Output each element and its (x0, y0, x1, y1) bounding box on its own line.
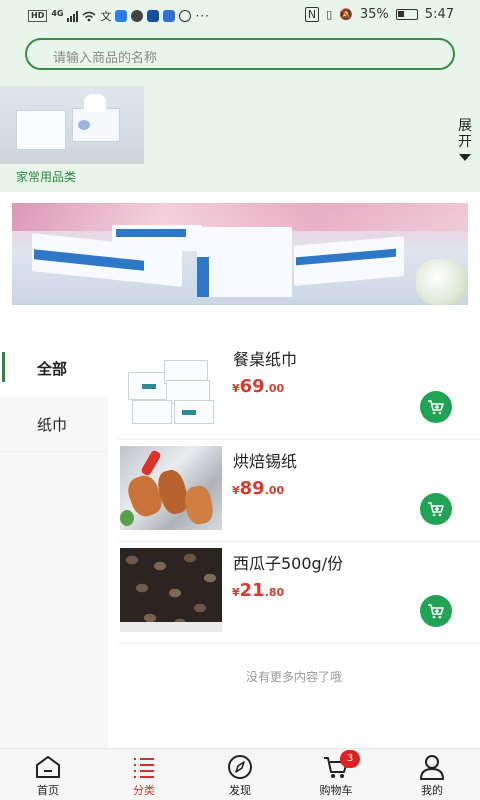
sidebar-item-label: 纸巾 (37, 416, 68, 434)
price-decimal: .00 (264, 484, 285, 497)
cart-icon (428, 604, 444, 619)
price-currency: ¥ (232, 382, 240, 395)
tissue-box-image (16, 110, 66, 150)
user-icon (420, 755, 444, 780)
product-image-baking-foil (120, 446, 222, 530)
expand-button[interactable]: 展开 (456, 118, 474, 161)
status-left: HD 4G 文 ··· (28, 8, 210, 24)
tissue-pack-stripe (116, 229, 186, 237)
wifi-icon (83, 11, 96, 21)
hd-badge: HD (28, 10, 48, 22)
compass-icon (228, 755, 252, 779)
tab-cart[interactable]: 3 购物车 (288, 749, 384, 800)
bottom-tab-bar: 首页 分类 发现 3 购物车 我的 (0, 748, 480, 800)
nfc-icon: N (304, 7, 320, 22)
product-name: 西瓜子500g/份 (233, 554, 344, 573)
price-integer: 21 (239, 580, 265, 601)
cart-icon (428, 502, 444, 517)
network-type: 4G (51, 8, 64, 18)
plate-edge (120, 622, 222, 632)
promo-banner[interactable] (12, 203, 468, 305)
label-stripe (142, 384, 156, 389)
tab-label: 发现 (229, 784, 251, 797)
price-currency: ¥ (232, 484, 240, 497)
label-stripe (182, 410, 196, 415)
tab-category[interactable]: 分类 (96, 749, 192, 800)
mute-icon: 🔕 (339, 8, 353, 21)
tissue-pack-stripe (197, 257, 209, 297)
product-item[interactable]: 烘焙锡纸 ¥89.00 (108, 440, 480, 542)
product-name: 餐桌纸巾 (233, 350, 298, 369)
vibrate-icon: ▯ (326, 8, 333, 21)
category-label-household[interactable]: 家常用品类 (16, 168, 76, 185)
search-input[interactable]: 请输入商品的名称 (25, 38, 455, 70)
flower-print-image (78, 120, 90, 130)
price-currency: ¥ (232, 586, 240, 599)
tab-label: 购物车 (319, 784, 353, 797)
price-integer: 69 (239, 376, 265, 397)
cart-icon (428, 400, 444, 415)
app-notification-icon (179, 10, 192, 22)
add-to-cart-button[interactable] (420, 391, 452, 423)
product-item[interactable]: 西瓜子500g/份 ¥21.80 (108, 542, 480, 644)
product-image-melon-seeds (120, 548, 222, 632)
food-item-image (182, 484, 216, 526)
product-item[interactable]: 餐桌纸巾 ¥69.00 (108, 338, 480, 440)
add-to-cart-button[interactable] (420, 493, 452, 525)
tab-home[interactable]: 首页 (0, 749, 96, 800)
app-notification-icon (131, 10, 144, 22)
header-area: HD 4G 文 ··· N ▯ 🔕 35% 5:47 请输入商品的名称 家常用品… (0, 0, 480, 192)
herb-image (120, 510, 134, 526)
cart-count-badge: 3 (340, 750, 360, 768)
product-price: ¥89.00 (232, 478, 284, 499)
tissue-paper-image (84, 94, 106, 112)
signal-icon (67, 10, 79, 22)
tab-mine[interactable]: 我的 (384, 749, 480, 800)
caret-down-icon (459, 154, 471, 161)
category-thumbnail-household[interactable] (0, 86, 144, 164)
sidebar-item-all[interactable]: 全部 (0, 340, 108, 396)
category-sidebar: 全部 纸巾 (0, 340, 108, 750)
product-price: ¥21.80 (232, 580, 284, 601)
status-bar: HD 4G 文 ··· N ▯ 🔕 35% 5:47 (0, 0, 480, 30)
product-name: 烘焙锡纸 (233, 452, 298, 471)
price-integer: 89 (239, 478, 265, 499)
tulip-flowers-image (416, 259, 468, 305)
battery-icon (395, 9, 418, 20)
status-right: N ▯ 🔕 35% 5:47 (304, 7, 454, 22)
sidebar-item-label: 全部 (37, 360, 68, 378)
price-decimal: .00 (264, 382, 285, 395)
more-notifications-icon: ··· (195, 9, 210, 23)
category-list-icon (134, 758, 154, 778)
tab-label: 分类 (133, 784, 155, 797)
search-placeholder: 请输入商品的名称 (53, 51, 158, 66)
tissue-pack-image (197, 227, 292, 297)
list-end-text: 没有更多内容了哦 (245, 670, 342, 684)
tissue-box-image (132, 400, 172, 424)
app-notification-icon (115, 10, 128, 22)
brush-image (140, 449, 162, 477)
tab-label: 首页 (37, 784, 59, 797)
battery-percent: 35% (359, 7, 389, 22)
row-divider (118, 643, 480, 644)
seeds-texture (120, 548, 222, 632)
expand-label: 展开 (458, 118, 472, 150)
translate-icon: 文 (100, 10, 112, 23)
app-notification-icon (163, 10, 176, 22)
sidebar-item-tissue[interactable]: 纸巾 (0, 396, 108, 452)
tab-discover[interactable]: 发现 (192, 749, 288, 800)
add-to-cart-button[interactable] (420, 595, 452, 627)
clock: 5:47 (424, 7, 454, 22)
home-icon (36, 756, 60, 778)
product-image-napkins (120, 344, 222, 428)
app-notification-icon (147, 10, 160, 22)
product-price: ¥69.00 (232, 376, 284, 397)
tab-label: 我的 (421, 784, 443, 797)
price-decimal: .80 (264, 586, 285, 599)
